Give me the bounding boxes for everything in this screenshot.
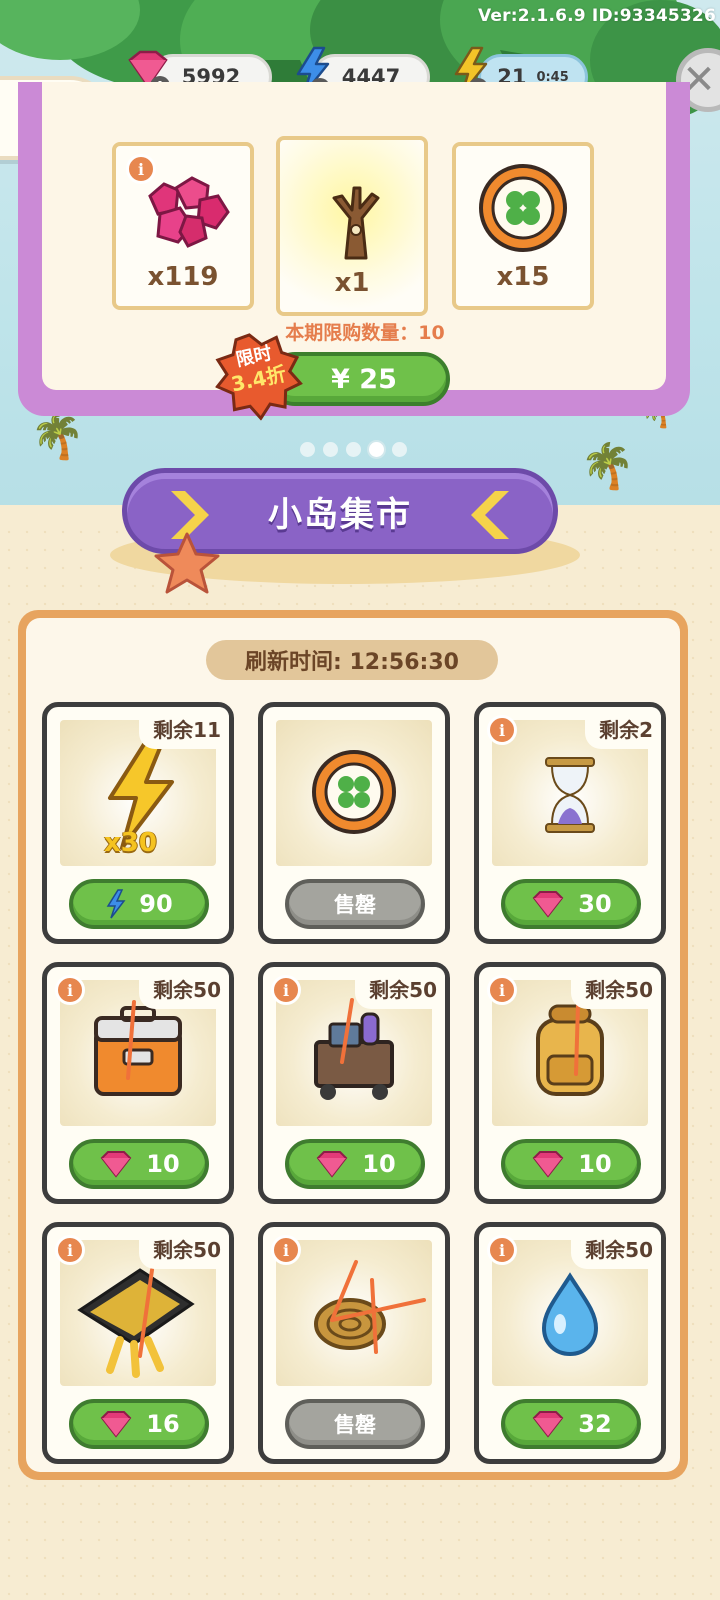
shop-item-supply-cart[interactable]: i 剩余50 10 xyxy=(258,962,450,1204)
shop-item-diving-fins[interactable]: i 剩余50 16 xyxy=(42,1222,234,1464)
item-price: 16 xyxy=(146,1410,180,1438)
info-icon[interactable]: i xyxy=(55,1235,85,1265)
sold-out-label: 售罄 xyxy=(334,893,376,917)
palm-silhouette: 🌴 xyxy=(580,441,635,492)
clover-chip-icon xyxy=(312,750,396,834)
item-price: 90 xyxy=(139,890,173,918)
gem-icon xyxy=(532,1411,564,1438)
market-title: 小岛集市 xyxy=(268,495,412,535)
gem-icon xyxy=(316,1151,348,1178)
item-price: 10 xyxy=(362,1150,396,1178)
buy-button[interactable]: 16 xyxy=(69,1399,209,1449)
buy-button[interactable]: 10 xyxy=(501,1139,641,1189)
info-icon[interactable]: i xyxy=(271,1235,301,1265)
shop-item-water-drop[interactable]: i 剩余50 32 xyxy=(474,1222,666,1464)
reward-quantity: x15 xyxy=(496,262,550,292)
stock-remaining: 剩余2 xyxy=(585,707,661,749)
quantity-badge: x30 xyxy=(104,828,157,858)
shop-item-energy[interactable]: x30 剩余11 90 xyxy=(42,702,234,944)
purchase-limit-text: 本期限购数量：10 xyxy=(285,322,445,344)
gem-icon xyxy=(100,1151,132,1178)
refresh-timer: 刷新时间: 12:56:30 xyxy=(206,640,498,680)
buy-button[interactable]: 10 xyxy=(285,1139,425,1189)
info-icon[interactable]: i xyxy=(487,975,517,1005)
tree-stump-icon xyxy=(332,186,380,260)
info-icon[interactable]: i xyxy=(487,1235,517,1265)
buy-button[interactable]: 32 xyxy=(501,1399,641,1449)
gem-icon xyxy=(532,891,564,918)
info-icon[interactable]: i xyxy=(271,975,301,1005)
carousel-dot[interactable] xyxy=(392,442,407,457)
item-price: 32 xyxy=(578,1410,612,1438)
energy-icon xyxy=(106,889,126,919)
info-icon[interactable]: i xyxy=(55,975,85,1005)
version-label: Ver:2.1.6.9 ID:93345326 xyxy=(477,6,716,26)
info-icon[interactable]: i xyxy=(487,715,517,745)
stock-remaining: 剩余50 xyxy=(139,1227,229,1269)
carousel-dot-active[interactable] xyxy=(369,442,384,457)
buy-button[interactable]: 90 xyxy=(69,879,209,929)
item-price: 30 xyxy=(578,890,612,918)
shop-item-clover-chip[interactable]: 售罄 xyxy=(258,702,450,944)
shop-item-tool-chest[interactable]: i 剩余50 10 xyxy=(42,962,234,1204)
stock-remaining: 剩余50 xyxy=(355,967,445,1009)
stock-remaining: 剩余50 xyxy=(571,967,661,1009)
gem-pile-icon xyxy=(148,176,230,248)
carousel-indicator xyxy=(300,442,407,457)
carousel-dot[interactable] xyxy=(346,442,361,457)
stock-remaining: 剩余50 xyxy=(139,967,229,1009)
item-price: 10 xyxy=(146,1150,180,1178)
buy-button[interactable]: 10 xyxy=(69,1139,209,1189)
shop-item-rope-coil[interactable]: i 售罄 xyxy=(258,1222,450,1464)
rope-coil-icon xyxy=(314,1298,386,1350)
sold-out-button[interactable]: 售罄 xyxy=(285,1399,425,1449)
stock-remaining: 剩余11 xyxy=(139,707,229,749)
carousel-dot[interactable] xyxy=(300,442,315,457)
discount-badge: 限时 3.4折 xyxy=(206,324,310,428)
sold-out-label: 售罄 xyxy=(334,1413,376,1437)
clover-chip-icon xyxy=(479,164,567,252)
gem-icon xyxy=(532,1151,564,1178)
sold-out-button[interactable]: 售罄 xyxy=(285,879,425,929)
buy-button[interactable]: 30 xyxy=(501,879,641,929)
reward-clover-chip[interactable]: x15 xyxy=(452,142,594,310)
shop-item-hourglass[interactable]: i 剩余2 30 xyxy=(474,702,666,944)
stock-remaining: 剩余50 xyxy=(571,1227,661,1269)
carousel-dot[interactable] xyxy=(323,442,338,457)
reward-quantity: x119 xyxy=(147,262,219,292)
pack-price: ¥ 25 xyxy=(331,363,397,395)
reward-gems[interactable]: i x119 xyxy=(112,142,254,310)
shop-item-backpack[interactable]: i 剩余50 10 xyxy=(474,962,666,1204)
palm-silhouette: 🌴 xyxy=(30,411,85,462)
reward-quantity: x1 xyxy=(334,268,370,298)
reward-tree[interactable]: x1 xyxy=(276,136,428,316)
gem-icon xyxy=(100,1411,132,1438)
item-price: 10 xyxy=(578,1150,612,1178)
starfish-icon xyxy=(154,532,220,594)
